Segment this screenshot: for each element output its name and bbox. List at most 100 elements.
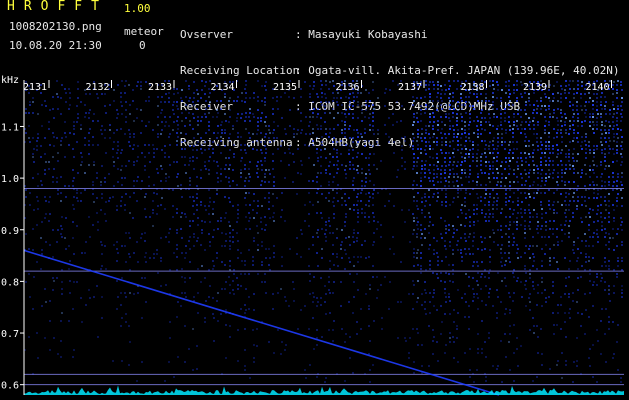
noise-speckle bbox=[485, 156, 487, 158]
noise-speckle bbox=[56, 181, 58, 183]
noise-speckle bbox=[109, 104, 111, 106]
noise-speckle bbox=[184, 148, 186, 150]
noise-speckle bbox=[516, 125, 518, 127]
noise-speckle bbox=[605, 120, 607, 122]
noise-speckle bbox=[424, 96, 426, 98]
noise-speckle bbox=[537, 184, 539, 186]
noise-speckle bbox=[424, 172, 426, 174]
noise-speckle bbox=[501, 208, 503, 210]
noise-speckle bbox=[589, 116, 591, 118]
noise-speckle bbox=[433, 121, 435, 123]
noise-speckle bbox=[588, 229, 590, 231]
noise-speckle bbox=[609, 109, 611, 111]
noise-speckle bbox=[189, 236, 191, 238]
noise-speckle bbox=[257, 96, 259, 98]
noise-speckle bbox=[561, 352, 563, 354]
noise-speckle bbox=[485, 189, 487, 191]
noise-speckle bbox=[176, 144, 178, 146]
noise-speckle bbox=[496, 204, 498, 206]
noise-speckle bbox=[620, 153, 622, 155]
noise-speckle bbox=[532, 253, 534, 255]
noise-speckle bbox=[545, 96, 547, 98]
noise-speckle bbox=[165, 173, 167, 175]
noise-speckle bbox=[316, 124, 318, 126]
noise-speckle bbox=[605, 132, 607, 134]
noise-speckle bbox=[420, 152, 422, 154]
noise-speckle bbox=[157, 124, 159, 126]
noise-speckle bbox=[32, 228, 34, 230]
noise-speckle bbox=[208, 205, 210, 207]
noise-speckle bbox=[452, 201, 454, 203]
noise-speckle bbox=[524, 252, 526, 254]
noise-speckle bbox=[96, 197, 98, 199]
noise-speckle bbox=[328, 184, 330, 186]
noise-speckle bbox=[308, 213, 310, 215]
noise-speckle bbox=[204, 93, 206, 95]
noise-speckle bbox=[252, 113, 254, 115]
noise-speckle bbox=[488, 109, 490, 111]
noise-speckle bbox=[529, 329, 531, 331]
noise-speckle bbox=[489, 249, 491, 251]
noise-speckle bbox=[585, 133, 587, 135]
noise-speckle bbox=[621, 89, 623, 91]
noise-speckle bbox=[596, 148, 598, 150]
noise-speckle bbox=[177, 136, 179, 138]
noise-speckle bbox=[620, 224, 622, 226]
noise-speckle bbox=[201, 152, 203, 154]
noise-speckle bbox=[621, 136, 623, 138]
noise-speckle bbox=[33, 209, 35, 211]
noise-speckle bbox=[56, 80, 58, 82]
noise-speckle bbox=[552, 285, 554, 287]
noise-speckle bbox=[45, 301, 47, 303]
noise-speckle bbox=[253, 193, 255, 195]
noise-speckle bbox=[128, 364, 130, 366]
noise-speckle bbox=[208, 160, 210, 162]
noise-speckle bbox=[537, 145, 539, 147]
noise-speckle bbox=[416, 233, 418, 235]
noise-speckle bbox=[333, 264, 335, 266]
noise-speckle bbox=[400, 261, 402, 263]
noise-speckle bbox=[569, 128, 571, 130]
noise-speckle bbox=[357, 132, 359, 134]
noise-speckle bbox=[316, 181, 318, 183]
noise-speckle bbox=[537, 168, 539, 170]
noise-speckle bbox=[533, 124, 535, 126]
noise-speckle bbox=[48, 161, 50, 163]
noise-speckle bbox=[200, 281, 202, 283]
noise-speckle bbox=[573, 137, 575, 139]
noise-speckle bbox=[444, 177, 446, 179]
noise-speckle bbox=[229, 292, 231, 294]
noise-speckle bbox=[441, 137, 443, 139]
noise-speckle bbox=[73, 281, 75, 283]
noise-speckle bbox=[600, 176, 602, 178]
noise-speckle bbox=[189, 124, 191, 126]
noise-speckle bbox=[592, 305, 594, 307]
noise-speckle bbox=[288, 164, 290, 166]
noise-speckle bbox=[380, 160, 382, 162]
noise-speckle bbox=[513, 221, 515, 223]
noise-speckle bbox=[60, 192, 62, 194]
noise-speckle bbox=[564, 113, 566, 115]
noise-speckle bbox=[560, 129, 562, 131]
noise-speckle bbox=[357, 141, 359, 143]
noise-speckle bbox=[505, 216, 507, 218]
noise-speckle bbox=[264, 136, 266, 138]
noise-speckle bbox=[325, 229, 327, 231]
noise-speckle bbox=[449, 104, 451, 106]
noise-speckle bbox=[333, 197, 335, 199]
noise-speckle bbox=[469, 369, 471, 371]
noise-speckle bbox=[176, 101, 178, 103]
noise-speckle bbox=[368, 164, 370, 166]
noise-speckle bbox=[601, 108, 603, 110]
noise-speckle bbox=[349, 164, 351, 166]
noise-speckle bbox=[336, 228, 338, 230]
noise-speckle bbox=[348, 301, 350, 303]
noise-speckle bbox=[412, 104, 414, 106]
noise-speckle bbox=[240, 169, 242, 171]
noise-speckle bbox=[520, 173, 522, 175]
noise-speckle bbox=[605, 265, 607, 267]
noise-speckle bbox=[504, 185, 506, 187]
noise-speckle bbox=[317, 301, 319, 303]
y-tick-label: 0.9 bbox=[1, 226, 19, 237]
noise-speckle bbox=[529, 156, 531, 158]
